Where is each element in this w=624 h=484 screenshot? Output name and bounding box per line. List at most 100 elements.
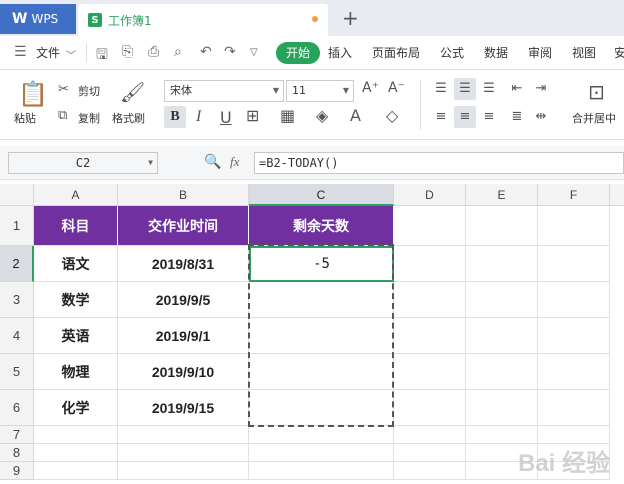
zoom-icon[interactable]: 🔍 <box>204 154 221 170</box>
table-cell[interactable]: 2019/9/15 <box>118 390 249 426</box>
table-cell[interactable] <box>34 444 118 462</box>
table-cell[interactable] <box>394 282 466 318</box>
cut-button[interactable]: 剪切 <box>78 83 100 99</box>
fill-pattern-icon[interactable]: ▦ <box>280 106 295 125</box>
tab-insert[interactable]: 插入 <box>328 44 352 61</box>
new-tab-button[interactable]: + <box>342 6 359 30</box>
align-center-icon[interactable]: ≡ <box>454 106 476 128</box>
row-header-1[interactable]: 1 <box>0 206 34 246</box>
header-cell-subject[interactable]: 科目 <box>34 206 118 246</box>
document-tab[interactable]: S 工作簿1 <box>78 4 328 36</box>
format-painter-button[interactable]: 格式刷 <box>112 110 145 126</box>
paste-icon[interactable]: 📋 <box>18 80 48 108</box>
row-header-8[interactable]: 8 <box>0 444 34 462</box>
table-cell[interactable] <box>538 318 610 354</box>
tab-review[interactable]: 审阅 <box>528 44 552 61</box>
decrease-font-icon[interactable]: A⁻ <box>388 80 405 96</box>
table-cell[interactable] <box>249 426 394 444</box>
merge-center-button[interactable]: 合并居中 <box>572 110 616 126</box>
column-header-f[interactable]: F <box>538 184 610 206</box>
select-all-corner[interactable] <box>0 184 34 206</box>
tab-security[interactable]: 安 <box>614 44 624 61</box>
bold-button[interactable]: B <box>164 106 186 128</box>
table-cell[interactable]: 数学 <box>34 282 118 318</box>
table-cell[interactable]: 语文 <box>34 246 118 282</box>
table-cell[interactable] <box>34 426 118 444</box>
save-icon[interactable]: 🖫 <box>96 44 108 68</box>
merge-center-icon[interactable]: ⊡ <box>588 80 605 104</box>
paste-button[interactable]: 粘贴 <box>14 110 36 126</box>
table-cell[interactable]: 2019/9/10 <box>118 354 249 390</box>
header-cell-due-date[interactable]: 交作业时间 <box>118 206 249 246</box>
align-middle-icon[interactable]: ☰ <box>454 78 476 100</box>
redo-icon[interactable]: ↷ <box>224 44 236 60</box>
row-header-7[interactable]: 7 <box>0 426 34 444</box>
column-header-d[interactable]: D <box>394 184 466 206</box>
table-cell[interactable] <box>249 318 394 354</box>
font-name-select[interactable]: 宋体 ▼ <box>164 80 284 102</box>
table-cell[interactable] <box>249 282 394 318</box>
scissors-icon[interactable]: ✂ <box>58 82 69 97</box>
row-header-6[interactable]: 6 <box>0 390 34 426</box>
row-header-9[interactable]: 9 <box>0 462 34 480</box>
justify-icon[interactable]: ≣ <box>506 106 528 128</box>
formula-input[interactable]: =B2-TODAY() <box>254 152 624 174</box>
column-header-c[interactable]: C <box>249 184 394 206</box>
table-cell[interactable] <box>394 444 466 462</box>
print-icon[interactable]: ⎙ <box>148 44 159 60</box>
table-cell[interactable] <box>394 354 466 390</box>
customize-toolbar-icon[interactable]: ▽ <box>250 47 258 58</box>
table-cell[interactable] <box>538 206 610 246</box>
align-right-icon[interactable]: ≡ <box>478 106 500 128</box>
table-cell[interactable] <box>249 390 394 426</box>
row-header-2[interactable]: 2 <box>0 246 34 282</box>
table-cell[interactable] <box>394 426 466 444</box>
table-cell[interactable]: 化学 <box>34 390 118 426</box>
spreadsheet-grid[interactable]: A B C D E F 1 2 3 4 5 6 7 8 9 科目 交作业时间 剩… <box>0 184 624 484</box>
column-header-a[interactable]: A <box>34 184 118 206</box>
align-left-icon[interactable]: ≡ <box>430 106 452 128</box>
table-cell[interactable] <box>538 246 610 282</box>
align-bottom-icon[interactable]: ☰ <box>478 78 500 100</box>
export-pdf-icon[interactable]: ⎘ <box>122 44 133 60</box>
table-cell[interactable] <box>394 390 466 426</box>
table-cell[interactable] <box>466 354 538 390</box>
table-cell[interactable] <box>538 354 610 390</box>
hamburger-icon[interactable]: ☰ <box>14 44 27 60</box>
print-preview-icon[interactable]: ⌕ <box>174 44 182 60</box>
table-cell[interactable] <box>34 462 118 480</box>
table-cell[interactable] <box>394 206 466 246</box>
table-cell[interactable] <box>466 390 538 426</box>
row-header-5[interactable]: 5 <box>0 354 34 390</box>
tab-data[interactable]: 数据 <box>484 44 508 61</box>
table-cell[interactable] <box>466 426 538 444</box>
row-header-3[interactable]: 3 <box>0 282 34 318</box>
tab-home[interactable]: 开始 <box>276 42 320 64</box>
column-header-g[interactable] <box>610 184 624 206</box>
format-painter-icon[interactable]: 🖌 <box>120 80 145 104</box>
insert-function-button[interactable]: fx <box>230 154 239 170</box>
column-header-e[interactable]: E <box>466 184 538 206</box>
table-cell[interactable] <box>118 426 249 444</box>
table-cell[interactable] <box>538 282 610 318</box>
fill-color-icon[interactable]: ◈ <box>316 106 328 125</box>
table-cell[interactable]: 2019/8/31 <box>118 246 249 282</box>
tab-view[interactable]: 视图 <box>572 44 596 61</box>
active-cell[interactable]: -5 <box>249 246 394 282</box>
table-cell[interactable] <box>249 462 394 480</box>
wps-home-tab[interactable]: W WPS <box>0 4 76 34</box>
table-cell[interactable] <box>466 206 538 246</box>
tab-page-layout[interactable]: 页面布局 <box>372 44 420 61</box>
row-header-4[interactable]: 4 <box>0 318 34 354</box>
italic-button[interactable]: I <box>196 108 201 126</box>
table-cell[interactable] <box>538 426 610 444</box>
undo-icon[interactable]: ↶ <box>200 44 212 60</box>
clear-format-icon[interactable]: ◇ <box>386 106 398 125</box>
table-cell[interactable] <box>538 390 610 426</box>
table-cell[interactable]: 2019/9/5 <box>118 282 249 318</box>
table-cell[interactable]: 物理 <box>34 354 118 390</box>
increase-font-icon[interactable]: A⁺ <box>362 80 379 96</box>
column-header-b[interactable]: B <box>118 184 249 206</box>
indent-decrease-icon[interactable]: ⇤ <box>506 78 528 100</box>
tab-formulas[interactable]: 公式 <box>440 44 464 61</box>
